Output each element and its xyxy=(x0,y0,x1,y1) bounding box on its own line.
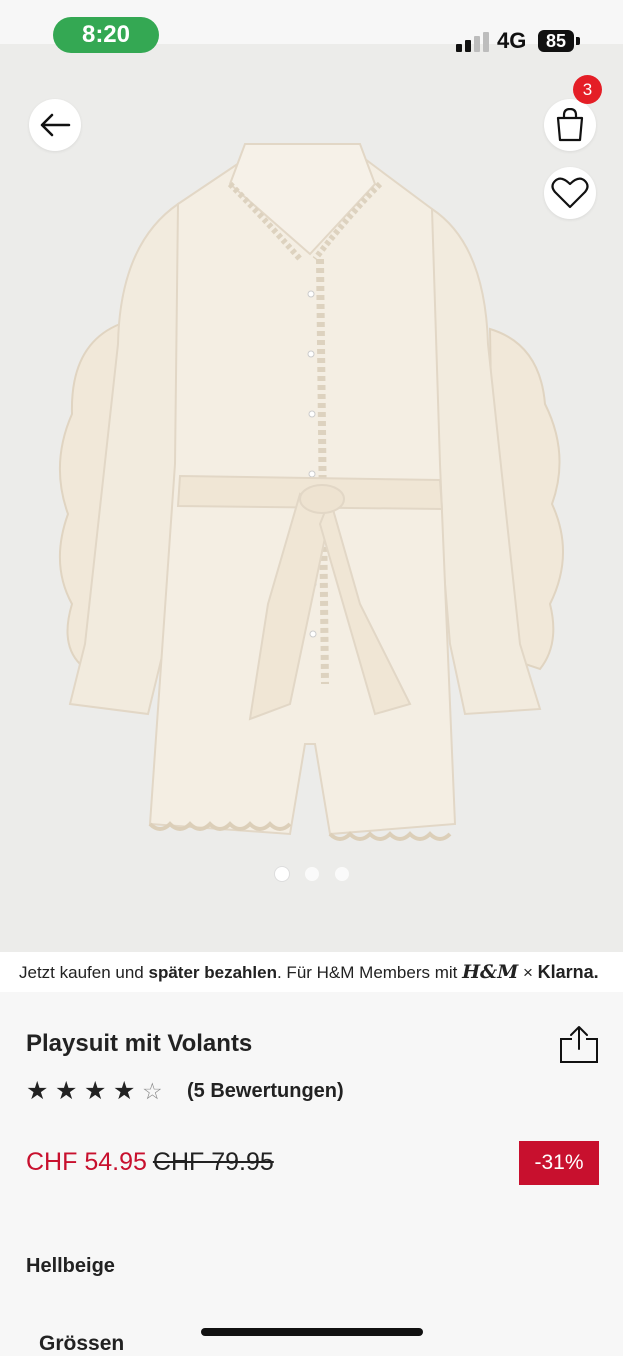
star-filled-icon: ★ xyxy=(55,1077,78,1105)
klarna-separator: × xyxy=(518,963,538,982)
arrow-left-icon xyxy=(40,113,71,137)
favorite-button[interactable] xyxy=(544,167,596,219)
status-time: 8:20 xyxy=(53,17,159,53)
klarna-logo: Klarna. xyxy=(537,962,599,982)
sale-price: CHF 54.95 xyxy=(26,1148,147,1176)
hm-logo: H&M xyxy=(462,961,519,983)
product-rating[interactable]: ★ ★ ★ ★ ☆ (5 Bewertungen) xyxy=(26,1077,344,1105)
star-filled-icon: ★ xyxy=(113,1077,136,1105)
network-type: 4G xyxy=(497,28,527,53)
shopping-bag-button[interactable] xyxy=(544,99,596,151)
rating-stars: ★ ★ ★ ★ ☆ xyxy=(26,1077,171,1105)
klarna-text-2: . Für H&M Members mit xyxy=(276,963,463,982)
shopping-bag-icon xyxy=(556,108,584,142)
back-button[interactable] xyxy=(29,99,81,151)
star-filled-icon: ★ xyxy=(26,1077,49,1105)
color-name: Hellbeige xyxy=(26,1255,115,1277)
klarna-text-1: Jetzt kaufen und xyxy=(19,963,149,982)
product-gallery[interactable]: 3 xyxy=(0,44,623,952)
battery-tip xyxy=(576,37,580,45)
gallery-dots xyxy=(0,867,623,881)
home-indicator xyxy=(201,1328,423,1336)
signal-icon xyxy=(456,30,490,52)
gallery-dot[interactable] xyxy=(304,867,319,881)
gallery-dot[interactable] xyxy=(334,867,349,881)
original-price: CHF 79.95 xyxy=(152,1148,274,1176)
gallery-dot[interactable] xyxy=(274,867,289,881)
battery-icon: 85 xyxy=(538,30,574,52)
product-title: Playsuit mit Volants xyxy=(26,1030,253,1057)
share-button[interactable] xyxy=(558,1025,600,1065)
star-empty-icon: ☆ xyxy=(142,1078,163,1104)
klarna-text-bold: später bezahlen xyxy=(148,963,277,982)
sizes-heading: Grössen xyxy=(39,1332,125,1355)
discount-badge: -31% xyxy=(519,1141,599,1185)
star-filled-icon: ★ xyxy=(84,1077,107,1105)
klarna-banner[interactable]: Jetzt kaufen und später bezahlen. Für H&… xyxy=(0,952,623,992)
cart-count-badge: 3 xyxy=(573,75,602,104)
status-bar: 8:20 4G 85 xyxy=(0,0,623,53)
price-row: CHF 54.95 CHF 79.95 xyxy=(26,1148,274,1177)
share-icon xyxy=(560,1026,598,1063)
review-count: (5 Bewertungen) xyxy=(187,1079,344,1102)
product-image xyxy=(58,143,564,841)
heart-icon xyxy=(551,177,589,209)
